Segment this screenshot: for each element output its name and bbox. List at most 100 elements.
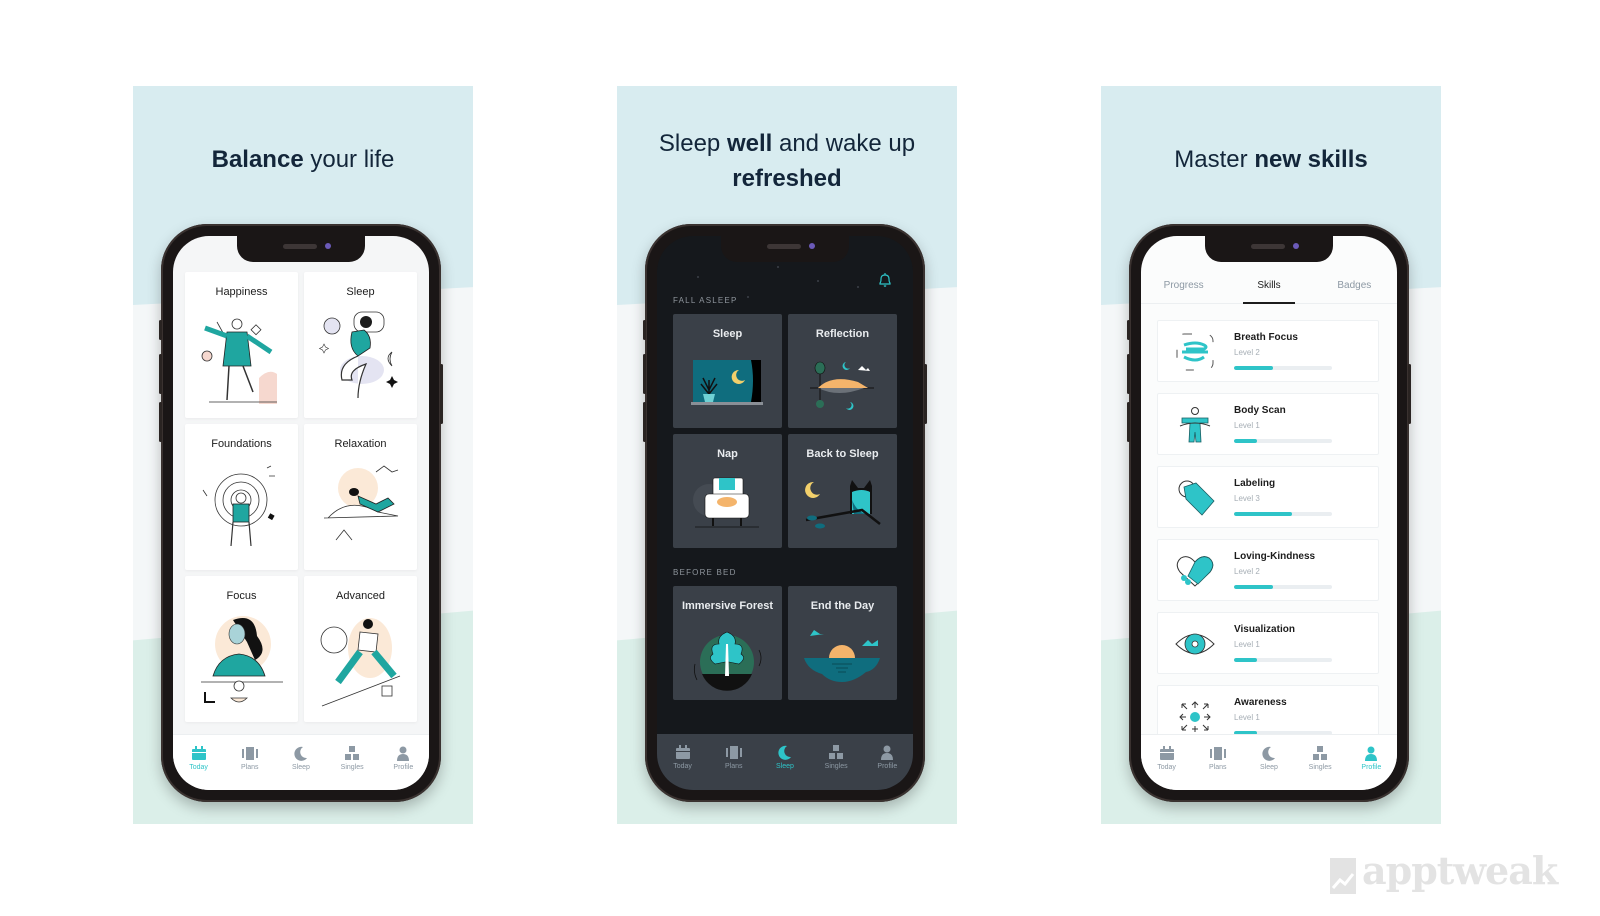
body-scan-icon <box>1179 407 1211 443</box>
dancing-person-illustration <box>201 318 277 404</box>
blocks-icon <box>1311 745 1329 761</box>
tab-bar: Today Plans Sleep Singles Profile <box>173 734 429 790</box>
watermark-text: apptweak <box>1362 848 1558 893</box>
tab-label: Profile <box>393 764 414 771</box>
tab-today[interactable]: Today <box>660 744 706 770</box>
skill-item-loving-kindness[interactable]: Loving-Kindness Level 2 <box>1157 539 1379 601</box>
phone-screen: Progress Skills Badges Breath Focus Leve… <box>1141 236 1397 790</box>
skill-level: Level 2 <box>1234 348 1260 357</box>
sleep-card-back-to-sleep[interactable]: Back to Sleep <box>788 434 897 548</box>
skill-name: Labeling <box>1234 478 1276 489</box>
phone-power-button <box>1408 364 1411 424</box>
tab-plans[interactable]: Plans <box>1195 745 1241 771</box>
blocks-icon <box>827 744 845 760</box>
reclining-person-illustration <box>323 465 399 541</box>
skill-name: Breath Focus <box>1234 332 1298 343</box>
headline-text: Master <box>1174 146 1255 173</box>
sleep-card-sleep[interactable]: Sleep <box>673 314 782 428</box>
panel-headline: Master new skills <box>1101 142 1441 177</box>
skill-progress-fill <box>1234 658 1257 662</box>
headline-bold: Balance <box>211 146 304 173</box>
card-title: Nap <box>717 448 738 460</box>
skill-progress-fill <box>1234 585 1274 589</box>
tab-singles[interactable]: Singles <box>329 745 375 771</box>
segment-badges[interactable]: Badges <box>1312 274 1397 303</box>
night-window-illustration <box>691 360 763 405</box>
category-card-relaxation[interactable]: Relaxation <box>304 424 417 570</box>
tab-label: Today <box>1157 764 1176 771</box>
blocks-icon <box>343 745 361 761</box>
chart-logo-icon <box>1330 857 1356 894</box>
skill-level: Level 2 <box>1234 567 1260 576</box>
skill-name: Loving-Kindness <box>1234 551 1316 562</box>
tab-today[interactable]: Today <box>176 745 222 771</box>
tab-plans[interactable]: Plans <box>711 744 757 770</box>
skill-progress-fill <box>1234 439 1257 443</box>
skill-level: Level 3 <box>1234 494 1260 503</box>
card-title: Sleep <box>712 328 743 340</box>
tab-singles[interactable]: Singles <box>813 744 859 770</box>
phone-side-button <box>643 320 646 340</box>
sleep-card-immersive-forest[interactable]: Immersive Forest <box>673 586 782 700</box>
phone-mockup: Happiness Sleep Foundations Relaxation F… <box>159 224 443 802</box>
phone-power-button <box>440 364 443 424</box>
segment-skills[interactable]: Skills <box>1226 274 1311 304</box>
tab-sleep[interactable]: Sleep <box>1246 745 1292 771</box>
phone-volume-down <box>643 402 646 442</box>
skill-item-breath-focus[interactable]: Breath Focus Level 2 <box>1157 320 1379 382</box>
tab-profile[interactable]: Profile <box>380 745 426 771</box>
tab-sleep[interactable]: Sleep <box>762 744 808 770</box>
segmented-tabs: Progress Skills Badges <box>1141 274 1397 304</box>
category-card-happiness[interactable]: Happiness <box>185 272 298 418</box>
category-card-focus[interactable]: Focus <box>185 576 298 722</box>
tab-singles[interactable]: Singles <box>1297 745 1343 771</box>
skill-item-body-scan[interactable]: Body Scan Level 1 <box>1157 393 1379 455</box>
card-title: Immersive Forest <box>681 600 774 612</box>
tab-bar: Today Plans Sleep Singles Profile <box>1141 734 1397 790</box>
sleep-card-reflection[interactable]: Reflection <box>788 314 897 428</box>
tag-icon <box>1178 480 1215 516</box>
phone-side-button <box>1127 320 1130 340</box>
category-card-foundations[interactable]: Foundations <box>185 424 298 570</box>
tab-sleep[interactable]: Sleep <box>278 745 324 771</box>
forest-leaf-illustration <box>693 631 762 691</box>
skill-progress-bar <box>1234 366 1332 370</box>
skill-item-labeling[interactable]: Labeling Level 3 <box>1157 466 1379 528</box>
phone-notch <box>1205 236 1333 262</box>
skill-name: Awareness <box>1234 697 1287 708</box>
armchair-cat-illustration <box>693 477 759 528</box>
sleep-card-end-the-day[interactable]: End the Day <box>788 586 897 700</box>
tab-plans[interactable]: Plans <box>227 745 273 771</box>
tab-label: Plans <box>725 763 743 770</box>
tab-label: Singles <box>1308 764 1332 771</box>
calendar-icon <box>674 744 692 760</box>
skill-item-visualization[interactable]: Visualization Level 1 <box>1157 612 1379 674</box>
phone-screen: FALL ASLEEP Sleep Reflection Nap Back to… <box>657 236 913 790</box>
screenshot-panel-sleep: Sleep well and wake up refreshed FALL AS… <box>617 86 957 824</box>
breath-icon <box>1176 333 1214 371</box>
category-card-advanced[interactable]: Advanced <box>304 576 417 722</box>
person-icon <box>394 745 412 761</box>
segment-progress[interactable]: Progress <box>1141 274 1226 303</box>
plans-icon <box>1209 745 1227 761</box>
sleep-card-nap[interactable]: Nap <box>673 434 782 548</box>
card-title: Relaxation <box>334 438 387 450</box>
phone-mockup: FALL ASLEEP Sleep Reflection Nap Back to… <box>643 224 927 802</box>
tab-profile[interactable]: Profile <box>864 744 910 770</box>
screenshot-panel-balance: Balance your life Happiness Sleep Founda… <box>133 86 473 824</box>
tab-label: Profile <box>1361 764 1382 771</box>
focused-woman-illustration <box>201 616 283 703</box>
skill-progress-bar <box>1234 658 1332 662</box>
owl-moon-illustration <box>805 480 881 529</box>
skill-level: Level 1 <box>1234 640 1260 649</box>
tab-label: Singles <box>340 764 364 771</box>
headline-bold: well <box>726 130 773 157</box>
category-card-sleep[interactable]: Sleep <box>304 272 417 418</box>
tab-today[interactable]: Today <box>1144 745 1190 771</box>
bell-icon[interactable] <box>877 272 893 293</box>
skill-progress-bar <box>1234 512 1332 516</box>
awareness-arrows-icon <box>1179 701 1211 732</box>
card-title: Advanced <box>336 590 385 602</box>
tab-profile[interactable]: Profile <box>1348 745 1394 771</box>
card-title: Sleep <box>346 286 375 298</box>
